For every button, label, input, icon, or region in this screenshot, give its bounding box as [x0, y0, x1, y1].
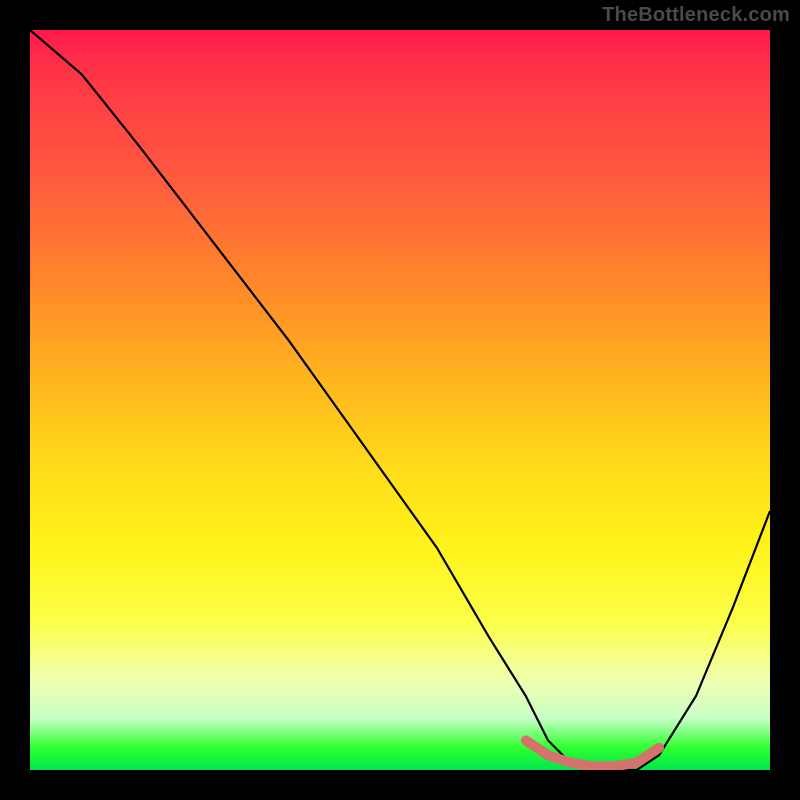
- chart-container: TheBottleneck.com: [0, 0, 800, 800]
- curve-layer: [30, 30, 770, 770]
- highlight-marker: [526, 740, 659, 766]
- bottleneck-curve: [30, 30, 770, 770]
- watermark-text: TheBottleneck.com: [602, 4, 790, 27]
